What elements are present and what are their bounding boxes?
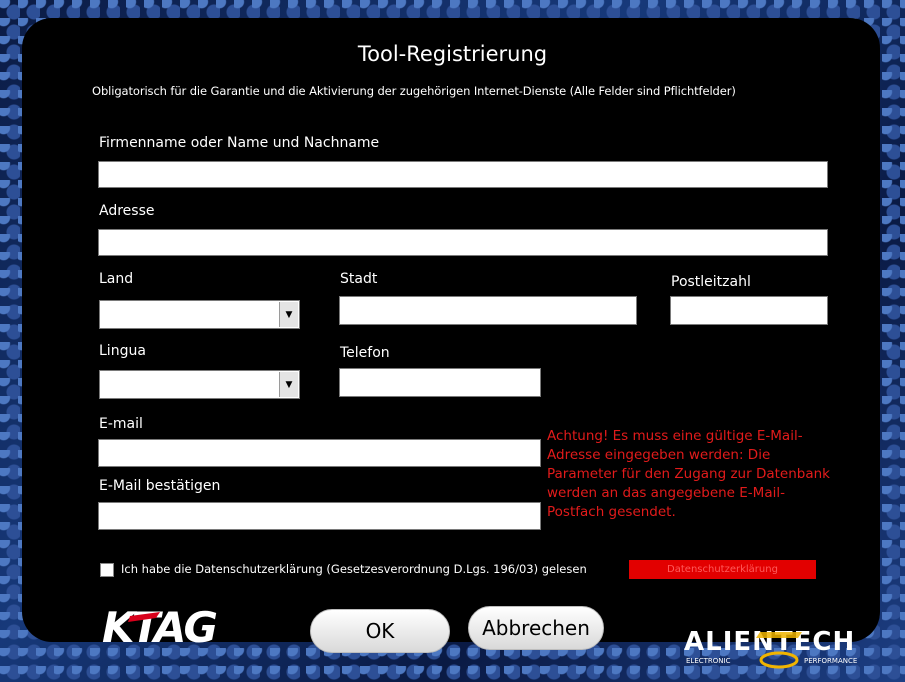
language-label: Lingua — [99, 343, 146, 359]
privacy-policy-button[interactable]: Datenschutzerklärung — [629, 560, 816, 579]
zip-label: Postleitzahl — [671, 274, 751, 290]
ktag-logo: KTAG — [102, 603, 219, 650]
chevron-down-icon[interactable]: ▼ — [279, 372, 298, 397]
language-select[interactable]: ▼ — [99, 370, 300, 399]
cancel-button[interactable]: Abbrechen — [468, 606, 604, 650]
chevron-down-icon[interactable]: ▼ — [279, 302, 298, 327]
phone-label: Telefon — [340, 345, 390, 361]
dialog-subtitle: Obligatorisch für die Garantie und die A… — [92, 84, 736, 98]
country-label: Land — [99, 271, 134, 287]
email-warning-text: Achtung! Es muss eine gültige E-Mail-Adr… — [547, 428, 830, 520]
country-select[interactable]: ▼ — [99, 300, 300, 329]
email-confirm-label: E-Mail bestätigen — [99, 478, 221, 494]
email-input[interactable] — [98, 439, 541, 467]
dialog-title: Tool-Registrierung — [357, 42, 548, 66]
privacy-checkbox[interactable] — [100, 563, 114, 577]
alientech-tagline-left: ELECTRONIC — [686, 657, 731, 665]
privacy-checkbox-label: Ich habe die Datenschutzerklärung (Geset… — [121, 562, 587, 576]
email-label: E-mail — [99, 416, 143, 432]
alientech-logo: ALIENTECH ELECTRONIC PERFORMANCE — [684, 627, 857, 669]
name-input[interactable] — [98, 161, 828, 188]
zip-input[interactable] — [670, 296, 828, 325]
ok-button[interactable]: OK — [310, 609, 450, 653]
alientech-tagline-right: PERFORMANCE — [804, 657, 857, 665]
email-confirm-input[interactable] — [98, 502, 541, 530]
name-label: Firmenname oder Name und Nachname — [99, 135, 380, 151]
ktag-logo-text: KTAG — [102, 603, 216, 650]
phone-input[interactable] — [339, 368, 541, 397]
address-input[interactable] — [98, 229, 828, 256]
city-input[interactable] — [339, 296, 637, 325]
city-label: Stadt — [340, 271, 378, 287]
address-label: Adresse — [99, 203, 155, 219]
